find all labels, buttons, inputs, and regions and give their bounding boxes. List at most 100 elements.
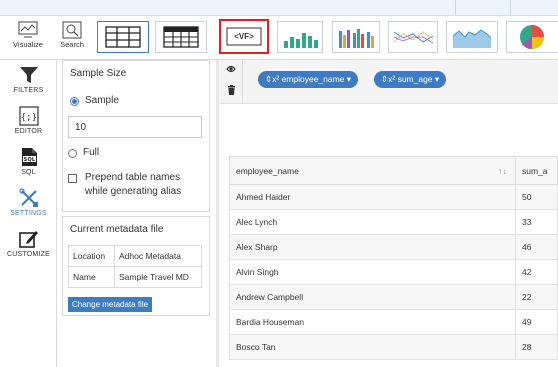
column-header-employee-name[interactable]: employee_name ↑↓ xyxy=(229,156,516,185)
cell-sum-age: 28 xyxy=(515,334,558,360)
fields-bar-divider xyxy=(242,60,243,104)
sort-icon[interactable]: ↑↓ xyxy=(498,166,507,176)
rail-item-settings[interactable]: SETTINGS xyxy=(0,188,57,217)
visualize-button[interactable]: Visualize xyxy=(13,21,43,49)
funnel-icon xyxy=(19,67,38,83)
panel-splitter[interactable] xyxy=(216,60,219,367)
grouped-bar-chart-icon xyxy=(339,29,374,48)
cell-employee-name: Alec Lynch xyxy=(229,209,516,235)
table-row: Alec Lynch 33 xyxy=(229,209,558,235)
table-row: Ahmed Haider 50 xyxy=(229,184,558,210)
change-metadata-file-button[interactable]: Change metadata file xyxy=(68,297,153,312)
cell-sum-age: 49 xyxy=(515,309,558,335)
trash-icon[interactable] xyxy=(227,85,236,95)
prepend-table-names-checkbox[interactable] xyxy=(68,174,77,183)
svg-text:SQL: SQL xyxy=(23,157,35,163)
field-chip-employee-name[interactable]: ⇕x² employee_name ▾ xyxy=(258,71,359,88)
metadata-table: Location Adhoc Metadata Name Sample Trav… xyxy=(68,245,202,288)
left-icon-rail: FILTERS {;} EDITOR SQL SQL SETTINGS CUST… xyxy=(0,60,57,367)
field-chip-sum-age[interactable]: ⇕x² sum_age ▾ xyxy=(374,71,447,88)
metadata-panel: Current metadata file Location Adhoc Met… xyxy=(62,216,210,316)
data-grid: employee_name ↑↓ sum_a Ahmed Haider 50 A… xyxy=(229,156,558,360)
cell-sum-age: 33 xyxy=(515,209,558,235)
rail-item-label: FILTERS xyxy=(13,87,44,94)
table-icon xyxy=(105,26,141,48)
pivot-table-icon xyxy=(163,26,199,48)
prepend-label-line1: Prepend table names xyxy=(85,172,181,183)
full-radio-label: Full xyxy=(83,147,100,158)
sample-radio[interactable] xyxy=(70,97,79,106)
cell-employee-name: Alvin Singh xyxy=(229,259,516,285)
line-chart-icon xyxy=(393,31,434,44)
fields-bar: ⇕x² employee_name ▾ ⇕x² sum_age ▾ xyxy=(220,60,558,104)
search-button[interactable]: Search xyxy=(57,21,87,49)
cell-sum-age: 50 xyxy=(515,184,558,210)
table-row: Andrew Campbell 22 xyxy=(229,284,558,310)
top-strip xyxy=(0,0,558,16)
pie-chart-icon xyxy=(520,25,544,50)
sample-size-panel: Sample Size Sample Full Prepend table na… xyxy=(62,60,210,212)
prepend-label-line2: while generating alias xyxy=(85,186,182,197)
eye-icon[interactable] xyxy=(226,64,236,74)
grouped-bar-chart-button[interactable] xyxy=(332,21,380,53)
cell-sum-age: 22 xyxy=(515,284,558,310)
table-row: Bardia Houseman 49 xyxy=(229,309,558,335)
metadata-key: Location xyxy=(68,245,115,267)
column-header-sum-age[interactable]: sum_a xyxy=(515,156,558,185)
visualize-label: Visualize xyxy=(13,40,43,49)
pivot-table-button[interactable] xyxy=(155,21,207,53)
area-chart-button[interactable] xyxy=(446,21,498,53)
cell-employee-name: Andrew Campbell xyxy=(229,284,516,310)
vf-view-button[interactable]: <VF> xyxy=(219,19,269,54)
bar-chart-icon xyxy=(284,33,318,48)
full-radio[interactable] xyxy=(68,149,77,158)
rail-item-label: SETTINGS xyxy=(10,210,47,217)
area-chart-icon xyxy=(452,29,492,48)
grid-header-row: employee_name ↑↓ sum_a xyxy=(229,156,558,185)
metadata-row: Name Sample Travel MD xyxy=(68,266,202,288)
code-braces-icon: {;} xyxy=(18,106,39,126)
svg-text:{;}: {;} xyxy=(20,113,37,123)
cell-employee-name: Ahmed Haider xyxy=(229,184,516,210)
visualize-icon xyxy=(18,21,38,38)
metadata-title: Current metadata file xyxy=(70,224,164,235)
vf-label: <VF> xyxy=(234,32,254,41)
metadata-value: Adhoc Metadata xyxy=(114,245,202,267)
sample-size-title: Sample Size xyxy=(70,68,127,79)
cell-sum-age: 46 xyxy=(515,234,558,260)
table-row: Bosco Tan 28 xyxy=(229,334,558,360)
rail-item-label: EDITOR xyxy=(14,128,43,135)
search-icon xyxy=(62,21,82,39)
rail-item-label: SQL xyxy=(21,169,36,176)
rail-item-sql[interactable]: SQL SQL xyxy=(0,147,57,176)
top-strip-divider xyxy=(455,0,456,16)
cell-employee-name: Bardia Houseman xyxy=(229,309,516,335)
main-content: ⇕x² employee_name ▾ ⇕x² sum_age ▾ employ… xyxy=(220,60,558,367)
table-row: Alex Sharp 46 xyxy=(229,234,558,260)
bar-chart-button[interactable] xyxy=(277,21,323,53)
tools-icon xyxy=(18,188,38,207)
edit-icon xyxy=(18,231,38,248)
rail-item-editor[interactable]: {;} EDITOR xyxy=(0,106,57,135)
metadata-value: Sample Travel MD xyxy=(114,266,202,288)
metadata-row: Location Adhoc Metadata xyxy=(68,245,202,267)
sample-radio-label: Sample xyxy=(85,95,119,106)
table-row: Alvin Singh 42 xyxy=(229,259,558,285)
cell-employee-name: Alex Sharp xyxy=(229,234,516,260)
rail-item-filters[interactable]: FILTERS xyxy=(0,65,57,94)
cell-employee-name: Bosco Tan xyxy=(229,334,516,360)
column-header-label: sum_a xyxy=(522,165,548,176)
rail-item-label: CUSTOMIZE xyxy=(7,251,50,258)
top-strip-divider xyxy=(510,0,511,16)
cell-sum-age: 42 xyxy=(515,259,558,285)
sql-file-icon: SQL xyxy=(21,148,37,166)
line-chart-button[interactable] xyxy=(388,21,438,53)
rail-item-customize[interactable]: CUSTOMIZE xyxy=(0,229,57,258)
pie-chart-button[interactable] xyxy=(506,21,558,53)
sample-size-input[interactable] xyxy=(68,116,202,138)
visualization-toolbar: Visualize Search <VF> xyxy=(0,16,558,60)
search-label: Search xyxy=(60,40,84,49)
metadata-key: Name xyxy=(68,266,115,288)
table-view-button[interactable] xyxy=(97,21,149,53)
column-header-label: employee_name xyxy=(236,165,299,176)
